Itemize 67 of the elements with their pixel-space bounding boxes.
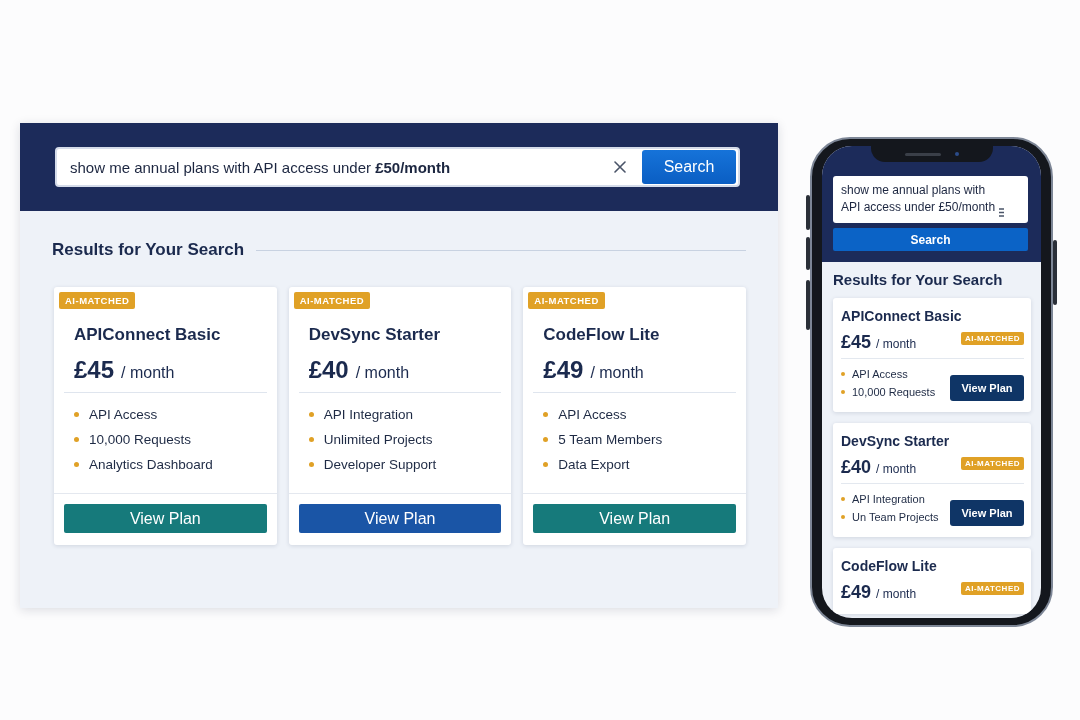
clear-icon[interactable] bbox=[614, 161, 626, 173]
feature-text: Data Export bbox=[558, 457, 630, 472]
bullet-icon bbox=[308, 462, 314, 467]
plan-price: £40 bbox=[308, 356, 349, 384]
plan-name: CodeFlow Lite bbox=[841, 558, 938, 574]
price-period: / month bbox=[355, 364, 410, 382]
plan-price: £45 bbox=[841, 332, 872, 353]
phone-side-key bbox=[806, 237, 810, 270]
plan-name: APIConnect Basic bbox=[74, 325, 222, 345]
match-badge: AI-MATCHED bbox=[960, 332, 1024, 345]
phone-side-key bbox=[806, 195, 810, 230]
bullet-icon bbox=[308, 437, 314, 442]
price-period: / month bbox=[876, 587, 917, 601]
price-period: / month bbox=[876, 337, 917, 351]
match-badge: AI-MATCHED bbox=[59, 292, 136, 309]
match-badge: AI-MATCHED bbox=[293, 292, 371, 309]
feature-text: Un Team Projects bbox=[852, 511, 939, 523]
search-button[interactable]: Search bbox=[833, 228, 1028, 251]
feature-text: API Integration bbox=[852, 493, 925, 505]
view-plan-button[interactable]: View Plan bbox=[298, 504, 502, 533]
results-title: Results for Your Search bbox=[52, 240, 245, 260]
plan-price: £45 bbox=[74, 356, 115, 384]
plan-name: APIConnect Basic bbox=[841, 308, 963, 324]
match-badge: AI-MATCHED bbox=[528, 292, 605, 309]
view-plan-button[interactable]: View Plan bbox=[64, 504, 267, 533]
plan-price: £49 bbox=[841, 582, 872, 603]
view-plan-button[interactable]: View Plan bbox=[950, 375, 1024, 401]
plan-name: DevSync Starter bbox=[308, 325, 441, 345]
bullet-icon bbox=[543, 412, 549, 417]
view-plan-button[interactable]: View Plan bbox=[950, 500, 1024, 526]
feature-text: Unlimited Projects bbox=[323, 432, 433, 447]
bullet-icon bbox=[74, 462, 79, 467]
search-button[interactable]: Search bbox=[642, 150, 736, 184]
plan-price: £40 bbox=[841, 457, 872, 478]
lines-icon[interactable] bbox=[999, 208, 1004, 217]
search-field[interactable]: show me annual plans with API access under £50/month bbox=[59, 150, 642, 184]
match-badge: AI-MATCHED bbox=[960, 457, 1024, 470]
plan-name: DevSync Starter bbox=[841, 433, 951, 449]
feature-text: 5 Team Members bbox=[558, 432, 663, 447]
feature-text: 10,000 Requests bbox=[852, 386, 936, 398]
feature-text: 10,000 Requests bbox=[89, 432, 192, 447]
bullet-icon bbox=[308, 412, 314, 417]
feature-text: API Access bbox=[89, 407, 158, 422]
bullet-icon bbox=[543, 437, 549, 442]
results-title: Results for Your Search bbox=[833, 271, 1004, 288]
feature-text: Developer Support bbox=[323, 457, 437, 472]
bullet-icon bbox=[74, 412, 79, 417]
bullet-icon bbox=[841, 372, 845, 376]
plan-price: £49 bbox=[543, 356, 584, 384]
feature-text: API Access bbox=[852, 368, 908, 380]
bullet-icon bbox=[543, 462, 549, 467]
match-badge: AI-MATCHED bbox=[960, 582, 1024, 595]
plan-name: CodeFlow Lite bbox=[543, 325, 661, 345]
feature-text: API Access bbox=[558, 407, 627, 422]
bullet-icon bbox=[841, 497, 845, 501]
phone-side-key bbox=[806, 280, 810, 330]
phone-side-key bbox=[1053, 240, 1057, 305]
bullet-icon bbox=[841, 515, 845, 519]
view-plan-button[interactable]: View Plan bbox=[533, 504, 736, 533]
search-field[interactable]: show me annual plans with API access under £50/month bbox=[833, 176, 1028, 223]
feature-text: API Integration bbox=[323, 407, 413, 422]
price-period: / month bbox=[121, 364, 175, 382]
feature-text: Analytics Dashboard bbox=[89, 457, 213, 472]
price-period: / month bbox=[590, 364, 644, 382]
bullet-icon bbox=[74, 437, 79, 442]
price-period: / month bbox=[876, 462, 917, 476]
bullet-icon bbox=[841, 390, 845, 394]
